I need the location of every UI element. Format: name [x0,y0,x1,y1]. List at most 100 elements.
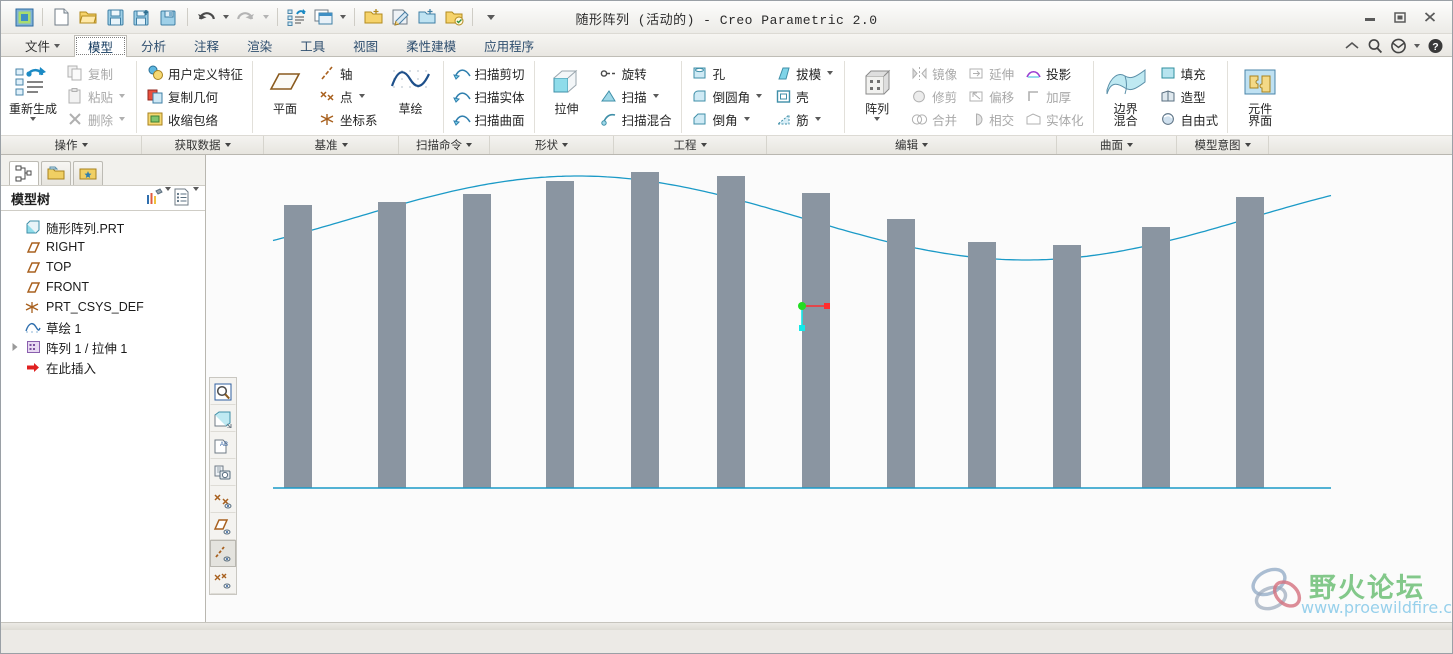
favorites-tab[interactable] [73,161,103,185]
open-file-icon[interactable] [75,5,101,29]
restore-button[interactable] [1386,7,1414,27]
group-label-sweep-commands[interactable]: 扫描命令 [399,136,490,154]
pattern-member-9[interactable] [968,242,996,488]
pattern-member-11[interactable] [1142,227,1170,488]
project-button[interactable]: 投影 [1019,62,1089,84]
chamfer-button[interactable]: 倒角 [686,108,770,130]
paste-dropdown-caret-icon[interactable] [117,94,127,98]
delete-button[interactable]: 删除 [61,108,132,130]
tree-filters-icon[interactable] [144,187,163,209]
rib-button[interactable]: 筋 [769,108,840,130]
pattern-member-1[interactable] [284,205,312,488]
pattern-member-2[interactable] [378,202,406,488]
redo-icon[interactable] [233,5,259,29]
help-icon[interactable]: ? [1427,38,1444,54]
new-file-icon[interactable] [48,5,74,29]
graphics-window[interactable]: AB 野火论坛 www.proewildfire.cn [206,155,1452,622]
sweep-dropdown-caret-icon[interactable] [651,94,661,98]
tab-applications[interactable]: 应用程序 [470,34,548,56]
merge-button[interactable]: 合并 [905,108,962,130]
tree-item-right[interactable]: RIGHT [5,237,205,257]
save-as-icon[interactable] [129,5,155,29]
copy-geometry-button[interactable]: 复制几何 [141,85,248,107]
pattern-button[interactable]: 阵列 [849,59,905,133]
solidify-button[interactable]: 实体化 [1019,108,1089,130]
csys-button[interactable]: 坐标系 [313,108,383,130]
component-interface-button[interactable]: 元件 界面 [1232,59,1288,133]
pattern-dropdown-caret-icon[interactable] [874,117,881,121]
axis-button[interactable]: 轴 [313,62,383,84]
point-dropdown-caret-icon[interactable] [357,94,367,98]
folder-browser-tab[interactable] [41,161,71,185]
tab-file[interactable]: 文件 [11,34,74,56]
tree-item-csys[interactable]: PRT_CSYS_DEF [5,297,205,317]
round-button[interactable]: 倒圆角 [686,85,770,107]
tab-model[interactable]: 模型 [74,35,128,57]
tab-annotate[interactable]: 注释 [180,34,233,56]
tree-item-insert-here[interactable]: 在此插入 [5,357,205,377]
sweep-solid-button[interactable]: 扫描实体 [448,85,530,107]
redo-dropdown-caret-icon[interactable] [260,5,272,29]
save-copy-icon[interactable] [156,5,182,29]
draft-dropdown-caret-icon[interactable] [825,71,835,75]
sweep-button[interactable]: 扫描 [595,85,677,107]
feedback-dropdown-caret-icon[interactable] [1414,44,1420,48]
tree-item-pattern[interactable]: 阵列 1 / 拉伸 1 [5,337,205,357]
window-dropdown-caret-icon[interactable] [337,5,349,29]
tree-display-icon[interactable] [173,188,191,209]
fill-button[interactable]: 填充 [1154,62,1224,84]
extend-button[interactable]: 延伸 [962,62,1019,84]
sketch-button[interactable]: 草绘 [383,59,439,133]
trim-button[interactable]: 修剪 [905,85,962,107]
extrude-button[interactable]: 拉伸 [539,59,595,133]
datum-point-display-icon[interactable] [210,486,236,513]
display-style-icon[interactable] [210,405,236,432]
tree-item-top[interactable]: TOP [5,257,205,277]
round-dropdown-caret-icon[interactable] [754,94,764,98]
undo-icon[interactable] [193,5,219,29]
copy-button[interactable]: 复制 [61,62,132,84]
thicken-button[interactable]: 加厚 [1019,85,1089,107]
tab-tools[interactable]: 工具 [286,34,339,56]
zoom-in-icon[interactable] [210,378,236,405]
annotation-display-icon[interactable]: AB [210,432,236,459]
save-icon[interactable] [102,5,128,29]
group-label-engineering[interactable]: 工程 [614,136,767,154]
udf-button[interactable]: 用户定义特征 [141,62,248,84]
tree-item-front[interactable]: FRONT [5,277,205,297]
draft-button[interactable]: 拔模 [769,62,840,84]
pattern-member-6[interactable] [717,176,745,488]
shrinkwrap-button[interactable]: 收缩包络 [141,108,248,130]
creo-logo-icon[interactable] [11,5,37,29]
freestyle-button[interactable]: 自由式 [1154,108,1224,130]
tab-view[interactable]: 视图 [339,34,392,56]
group-label-model-intent[interactable]: 模型意图 [1177,136,1269,154]
regenerate-dropdown-caret-icon[interactable] [30,117,36,121]
sweep-cut-button[interactable]: 扫描剪切 [448,62,530,84]
revolve-button[interactable]: 旋转 [595,62,677,84]
intersect-button[interactable]: 相交 [962,108,1019,130]
edit-icon[interactable] [387,5,413,29]
undo-dropdown-caret-icon[interactable] [220,5,232,29]
tree-display-dropdown-caret-icon[interactable] [193,187,199,205]
sweep-surface-button[interactable]: 扫描曲面 [448,108,530,130]
regenerate-button[interactable]: 重新生成 [5,59,61,133]
boundary-blend-button[interactable]: 边界 混合 [1098,59,1154,133]
group-label-surfaces[interactable]: 曲面 [1057,136,1177,154]
offset-button[interactable]: 偏移 [962,85,1019,107]
tree-filters-dropdown-caret-icon[interactable] [165,187,171,205]
pattern-member-10[interactable] [1053,245,1081,488]
group-label-shapes[interactable]: 形状 [490,136,614,154]
style-button[interactable]: 造型 [1154,85,1224,107]
minimize-button[interactable] [1356,7,1384,27]
group-label-editing[interactable]: 编辑 [767,136,1057,154]
3d-model-view[interactable] [206,155,1452,622]
group-label-get-data[interactable]: 获取数据 [142,136,264,154]
pattern-member-12[interactable] [1236,197,1264,488]
open-recent-icon[interactable] [414,5,440,29]
window-icon[interactable] [310,5,336,29]
regenerate-icon[interactable] [283,5,309,29]
rib-dropdown-caret-icon[interactable] [813,117,823,121]
group-label-datum[interactable]: 基准 [264,136,399,154]
group-label-operations[interactable]: 操作 [1,136,142,154]
